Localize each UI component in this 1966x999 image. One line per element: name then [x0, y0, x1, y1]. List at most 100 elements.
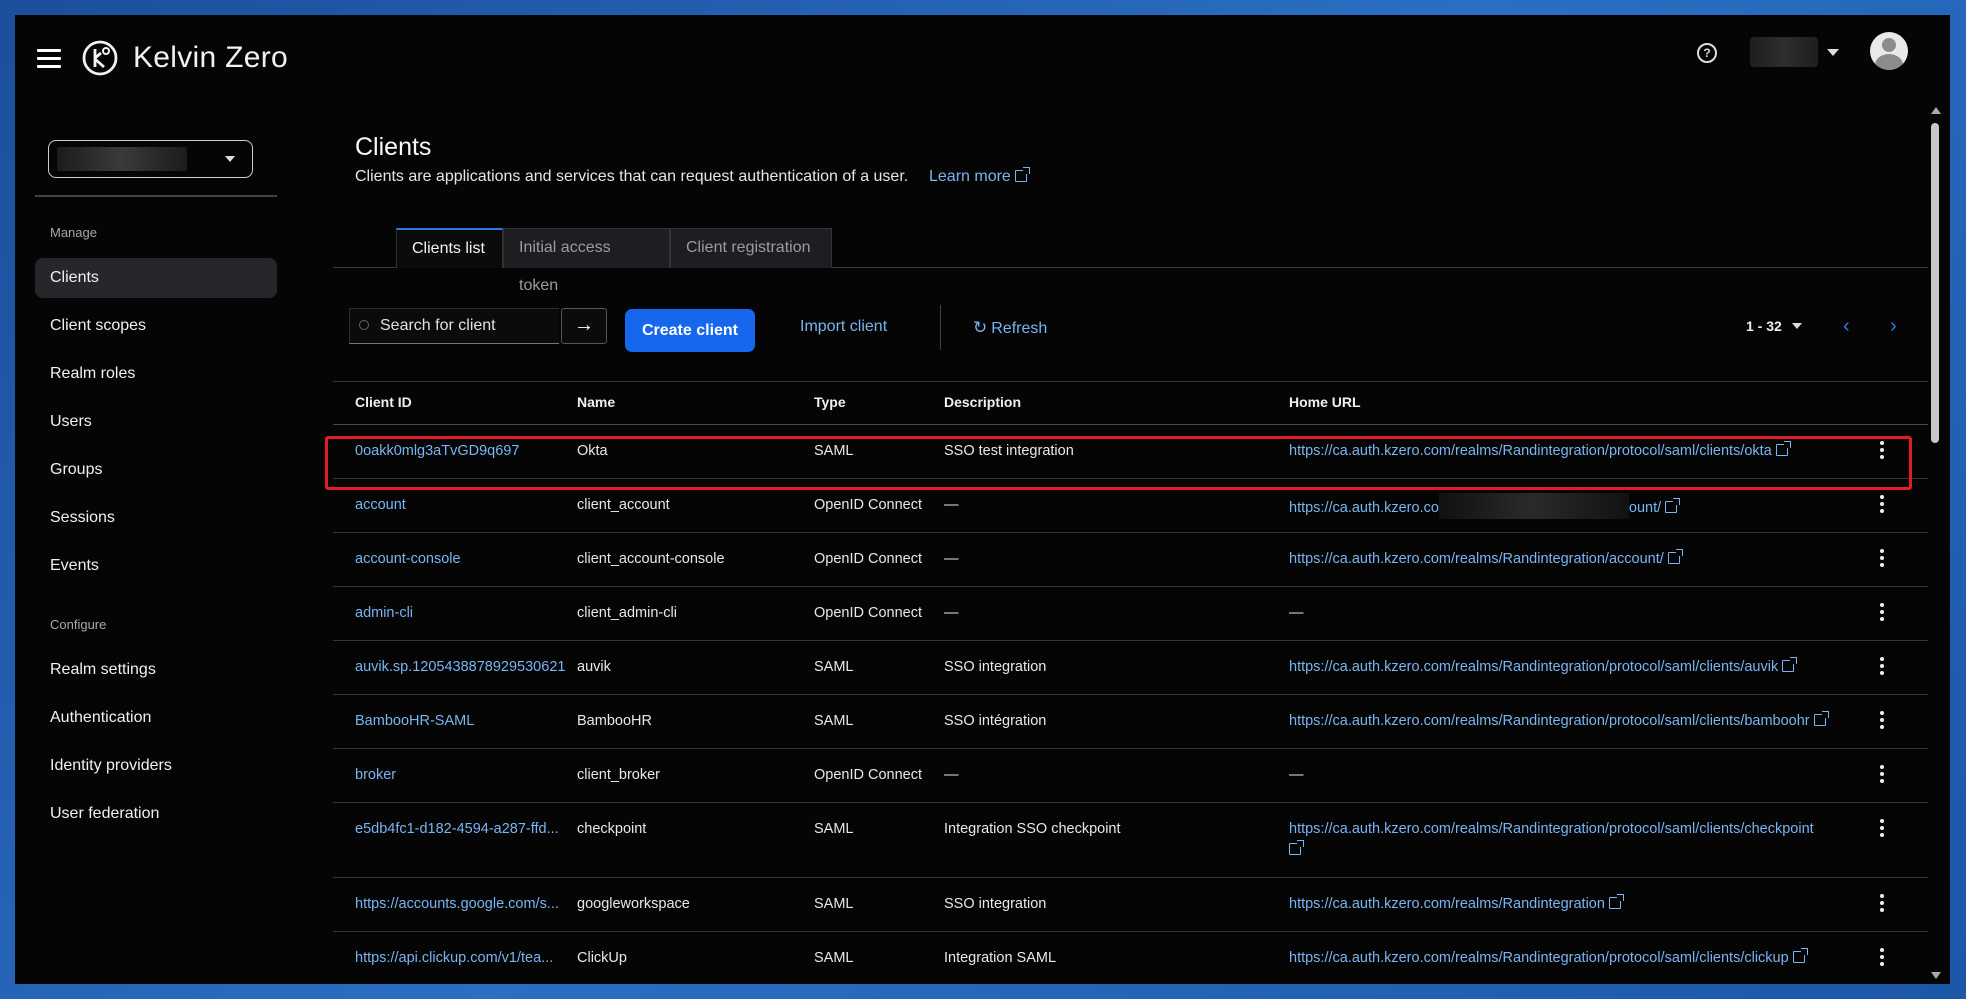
scrollbar-thumb[interactable]	[1931, 123, 1939, 443]
client-description: SSO intégration	[944, 713, 1047, 729]
page-title: Clients	[355, 133, 432, 161]
column-header-client-id[interactable]: Client ID	[355, 394, 412, 410]
help-circle-icon[interactable]: ?	[1697, 43, 1717, 63]
sidebar-item-identity-providers[interactable]: Identity providers	[35, 746, 277, 786]
client-id-link[interactable]: 0oakk0mlg3aTvGD9q697	[355, 443, 519, 459]
home-url-link[interactable]: https://ca.auth.kzero.com/realms/Randint…	[1289, 948, 1808, 966]
refresh-button[interactable]: ↻ Refresh	[973, 318, 1047, 338]
sidebar-item-authentication[interactable]: Authentication	[35, 698, 277, 738]
home-url-empty: —	[1289, 767, 1304, 783]
client-type: SAML	[814, 713, 854, 729]
column-header-type[interactable]: Type	[814, 394, 846, 410]
search-submit-arrow-icon[interactable]: →	[561, 308, 607, 344]
column-header-name[interactable]: Name	[577, 394, 615, 410]
sidebar-item-client-scopes[interactable]: Client scopes	[35, 306, 277, 346]
realm-selector[interactable]	[48, 140, 253, 178]
home-url-link[interactable]: https://ca.auth.kzero.com/realms/Randint…	[1289, 819, 1829, 861]
row-actions-kebab-icon[interactable]	[1875, 819, 1889, 839]
client-description: Integration SAML	[944, 950, 1057, 966]
client-name: client_account-console	[577, 551, 725, 567]
realm-name-redacted	[57, 147, 187, 171]
client-id-link[interactable]: https://accounts.google.com/s...	[355, 896, 559, 912]
table-row: admin-cli client_admin-cli OpenID Connec…	[333, 587, 1928, 641]
home-url-link[interactable]: https://ca.auth.kzero.com/realms/Randint…	[1289, 657, 1798, 675]
client-id-link[interactable]: e5db4fc1-d182-4594-a287-ffd...	[355, 821, 559, 837]
table-row: 0oakk0mlg3aTvGD9q697 Okta SAML SSO test …	[333, 425, 1928, 479]
external-link-icon	[1792, 948, 1808, 963]
scroll-down-icon[interactable]	[1931, 972, 1941, 979]
previous-page-chevron-left-icon[interactable]: ‹	[1843, 315, 1850, 338]
brand-name: Kelvin Zero	[133, 41, 289, 74]
client-name: client_account	[577, 497, 670, 513]
client-type: OpenID Connect	[814, 497, 923, 513]
tab-client-registration[interactable]: Client registration	[670, 228, 832, 268]
hamburger-menu-icon[interactable]	[37, 49, 61, 69]
sidebar-item-sessions[interactable]: Sessions	[35, 498, 277, 538]
user-menu-redacted[interactable]	[1750, 37, 1818, 67]
client-id-link[interactable]: account-console	[355, 551, 461, 567]
home-url-redacted	[1438, 493, 1629, 519]
home-url-link[interactable]: https://ca.auth.kzero.com/realms/Randint…	[1289, 894, 1624, 912]
table-row: e5db4fc1-d182-4594-a287-ffd... checkpoin…	[333, 803, 1928, 878]
row-actions-kebab-icon[interactable]	[1875, 603, 1889, 623]
vertical-scrollbar[interactable]	[1928, 103, 1942, 981]
sidebar-item-events[interactable]: Events	[35, 546, 277, 586]
user-menu-chevron-down-icon[interactable]	[1827, 49, 1839, 56]
sidebar-item-realm-roles[interactable]: Realm roles	[35, 354, 277, 394]
row-actions-kebab-icon[interactable]	[1875, 549, 1889, 569]
table-header: Client ID Name Type Description Home URL	[333, 381, 1928, 425]
tab-clients-list[interactable]: Clients list	[396, 228, 503, 268]
sidebar-item-groups[interactable]: Groups	[35, 450, 277, 490]
scroll-up-icon[interactable]	[1931, 107, 1941, 114]
column-header-description[interactable]: Description	[944, 394, 1021, 410]
home-url-text: https://ca.auth.kzero.com/realms/Randint…	[1289, 950, 1789, 966]
realm-chevron-down-icon	[225, 156, 235, 162]
sidebar-divider	[35, 195, 277, 197]
home-url-text: https://ca.auth.kzero.com/realms/Randint…	[1289, 713, 1810, 729]
sidebar-item-user-federation[interactable]: User federation	[35, 794, 277, 834]
import-client-button[interactable]: Import client	[800, 318, 887, 336]
row-actions-kebab-icon[interactable]	[1875, 765, 1889, 785]
pagination-range[interactable]: 1 - 32	[1746, 318, 1802, 334]
external-link-icon	[1608, 894, 1624, 909]
client-name: auvik	[577, 659, 611, 675]
row-actions-kebab-icon[interactable]	[1875, 495, 1889, 515]
client-name: client_broker	[577, 767, 661, 783]
client-id-link[interactable]: account	[355, 497, 406, 513]
client-id-link[interactable]: BambooHR-SAML	[355, 713, 474, 729]
row-actions-kebab-icon[interactable]	[1875, 441, 1889, 461]
home-url-link[interactable]: https://ca.auth.kzero.com/realms/Randint…	[1289, 441, 1791, 459]
home-url-link[interactable]: https://ca.auth.kzero.com/realms/Randint…	[1289, 549, 1683, 567]
home-url-link[interactable]: https://ca.auth.kzero.co ount/	[1289, 493, 1681, 519]
row-actions-kebab-icon[interactable]	[1875, 657, 1889, 677]
sidebar: Manage Clients Client scopes Realm roles…	[15, 105, 277, 984]
learn-more-link[interactable]: Learn more	[929, 167, 1030, 186]
create-client-button[interactable]: Create client	[625, 309, 755, 352]
client-type: OpenID Connect	[814, 605, 923, 621]
client-id-link[interactable]: admin-cli	[355, 605, 413, 621]
client-id-link[interactable]: broker	[355, 767, 396, 783]
home-url-suffix: ount/	[1628, 499, 1662, 516]
row-actions-kebab-icon[interactable]	[1875, 894, 1889, 914]
row-actions-kebab-icon[interactable]	[1875, 711, 1889, 731]
page-description: Clients are applications and services th…	[355, 168, 909, 185]
home-url-link[interactable]: https://ca.auth.kzero.com/realms/Randint…	[1289, 711, 1829, 729]
next-page-chevron-right-icon[interactable]: ›	[1890, 315, 1897, 338]
top-header: Kelvin Zero ?	[15, 15, 1950, 105]
sidebar-item-realm-settings[interactable]: Realm settings	[35, 650, 277, 690]
tab-initial-access-token[interactable]: Initial access token	[503, 228, 670, 294]
search-box	[349, 308, 559, 344]
client-id-link[interactable]: https://api.clickup.com/v1/tea...	[355, 950, 553, 966]
search-input[interactable]	[380, 309, 555, 343]
client-id-link[interactable]: auvik.sp.1205438878929530621	[355, 659, 565, 675]
sidebar-item-clients[interactable]: Clients	[35, 258, 277, 298]
home-url-text: https://ca.auth.kzero.com/realms/Randint…	[1289, 659, 1779, 675]
external-link-icon	[1775, 441, 1791, 456]
row-actions-kebab-icon[interactable]	[1875, 948, 1889, 968]
kelvin-zero-logo-icon	[82, 40, 118, 76]
avatar[interactable]	[1870, 32, 1908, 70]
column-header-home-url[interactable]: Home URL	[1289, 394, 1361, 410]
refresh-label: Refresh	[991, 320, 1048, 337]
toolbar: → Create client Import client ↻Refresh 1…	[333, 305, 1928, 355]
sidebar-item-users[interactable]: Users	[35, 402, 277, 442]
